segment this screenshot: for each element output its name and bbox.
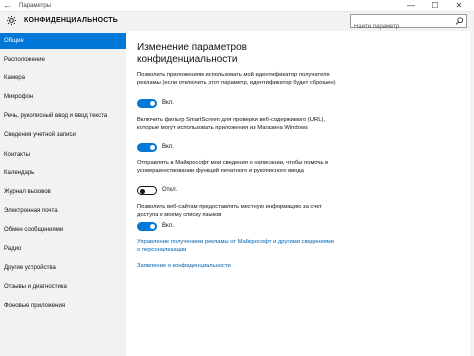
title-bar: ← Параметры — ☐ ✕ (0, 0, 474, 12)
toggle-state-label: Вкл. (162, 100, 174, 106)
toggle-state-label: Откл. (162, 187, 178, 193)
toggle-knob (150, 101, 155, 106)
sidebar-item-call-history[interactable]: Журнал вызовов (0, 184, 126, 200)
scrollbar[interactable] (470, 31, 474, 356)
language-list-toggle[interactable] (137, 222, 157, 231)
sidebar-item-contacts[interactable]: Контакты (0, 147, 126, 163)
page-heading: КОНФИДЕНЦИАЛЬНОСТЬ (24, 17, 119, 24)
sidebar-item-email[interactable]: Электронная почта (0, 203, 126, 219)
setting-description: Позволить веб-сайтам предоставлять местн… (137, 204, 322, 218)
maximize-button[interactable]: ☐ (424, 0, 446, 12)
sidebar-item-speech-inking[interactable]: Речь, рукописный ввод и ввод текста (0, 108, 126, 124)
privacy-statement-link[interactable]: Заявление о конфиденциальности (137, 262, 337, 270)
search-box[interactable] (350, 14, 467, 33)
sidebar-item-background-apps[interactable]: Фоновые приложения (0, 298, 126, 314)
sidebar-item-general[interactable]: Общие (0, 33, 126, 49)
sidebar-item-microphone[interactable]: Микрофон (0, 89, 126, 105)
back-arrow-icon[interactable]: ← (3, 0, 12, 11)
toggle-state-label: Вкл. (162, 223, 174, 229)
toggle-knob (150, 145, 155, 150)
sidebar-item-radios[interactable]: Радио (0, 241, 126, 257)
minimize-button[interactable]: — (400, 0, 422, 12)
toggle-state-label: Вкл. (162, 144, 174, 150)
close-button[interactable]: ✕ (448, 0, 470, 12)
setting-description: Отправлять в Майкрософт мои сведения о н… (137, 160, 329, 174)
sidebar-item-calendar[interactable]: Календарь (0, 165, 126, 181)
sidebar-item-other-devices[interactable]: Другие устройства (0, 260, 126, 276)
toggle-knob (150, 224, 155, 229)
main-content: Изменение параметров конфиденциальности … (126, 31, 474, 356)
setting-description: Позволить приложениям использовать мой и… (137, 72, 336, 86)
smartscreen-toggle[interactable] (137, 143, 157, 152)
toggle-knob (139, 188, 145, 194)
sidebar-item-account-info[interactable]: Сведения учетной записи (0, 127, 126, 143)
page-title: Изменение параметров конфиденциальности (137, 42, 247, 65)
sidebar-item-feedback-diagnostics[interactable]: Отзывы и диагностика (0, 279, 126, 295)
setting-description: Включить фильтр SmartScreen для проверки… (137, 117, 325, 131)
sidebar-item-messaging[interactable]: Обмен сообщениями (0, 222, 126, 238)
sidebar: Общие Расположение Камера Микрофон Речь,… (0, 31, 126, 356)
typing-info-toggle[interactable] (137, 186, 157, 195)
manage-ads-link[interactable]: Управление получением рекламы от Майкрос… (137, 238, 337, 254)
search-icon[interactable] (455, 16, 464, 26)
gear-icon (6, 15, 17, 26)
sidebar-item-camera[interactable]: Камера (0, 70, 126, 86)
window-title: Параметры (19, 3, 51, 9)
advertising-id-toggle[interactable] (137, 99, 157, 108)
sidebar-item-location[interactable]: Расположение (0, 52, 126, 68)
